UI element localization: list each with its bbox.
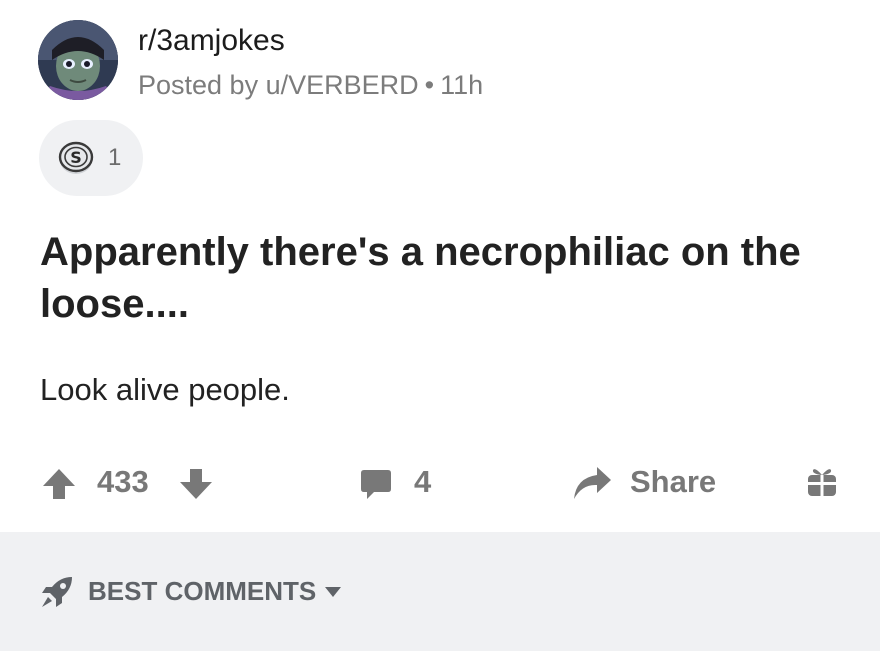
subreddit-name[interactable]: r/3amjokes	[138, 24, 285, 58]
sort-label: BEST COMMENTS	[88, 576, 317, 606]
silver-award-icon: S	[58, 141, 94, 174]
gift-icon[interactable]	[806, 466, 838, 498]
post-body: Look alive people.	[40, 372, 290, 407]
upvote-arrow-icon[interactable]	[42, 468, 76, 500]
comment-bubble-icon	[361, 470, 391, 499]
posted-by[interactable]: Posted by u/VERBERD	[138, 70, 419, 100]
svg-text:S: S	[70, 148, 82, 167]
comment-count: 4	[414, 464, 432, 499]
comments-section-header: BEST COMMENTS	[0, 532, 880, 651]
post-meta: Posted by u/VERBERD • 11h	[138, 70, 483, 101]
award-badge[interactable]: S 1	[39, 120, 143, 196]
rocket-icon	[42, 577, 72, 607]
avatar[interactable]	[38, 20, 118, 100]
meta-separator: •	[424, 70, 435, 100]
vote-score: 433	[97, 464, 149, 499]
share-label: Share	[630, 464, 717, 499]
award-count: 1	[108, 144, 122, 171]
chevron-down-icon	[325, 587, 341, 597]
post-title[interactable]: Apparently there's a necrophiliac on the…	[40, 226, 840, 330]
avatar-image	[38, 20, 118, 100]
post-card: r/3amjokes Posted by u/VERBERD • 11h S 1 A…	[0, 0, 880, 532]
post-age: 11h	[440, 70, 484, 100]
share-arrow-icon	[574, 467, 611, 499]
downvote-arrow-icon[interactable]	[179, 468, 213, 500]
